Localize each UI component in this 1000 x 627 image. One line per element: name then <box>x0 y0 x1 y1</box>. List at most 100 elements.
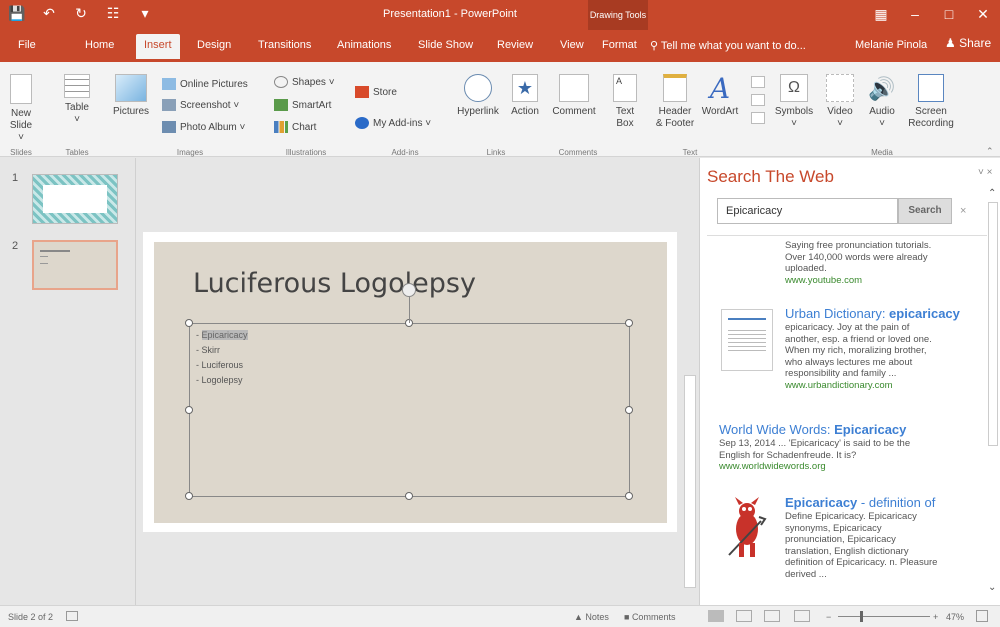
share-button[interactable]: ♟ Share <box>945 36 991 50</box>
fit-to-window-icon[interactable] <box>976 610 988 622</box>
result-url[interactable]: www.urbandictionary.com <box>785 380 985 392</box>
group-label-media: Media <box>871 148 893 157</box>
undo-icon[interactable]: ↶ <box>40 5 58 22</box>
action-button[interactable]: ★ Action <box>508 74 542 118</box>
zoom-level[interactable]: 47% <box>946 612 964 622</box>
user-name[interactable]: Melanie Pinola <box>855 39 927 51</box>
slide-area-scrollbar[interactable] <box>684 375 696 588</box>
resize-handle[interactable] <box>625 406 633 414</box>
tab-format[interactable]: Format <box>602 39 637 51</box>
drawing-tools-header: Drawing Tools <box>588 0 648 30</box>
reading-view-icon[interactable] <box>764 610 780 622</box>
resize-handle[interactable] <box>405 492 413 500</box>
chart-button[interactable]: Chart <box>274 121 316 133</box>
screenshot-button[interactable]: Screenshot ˅ <box>162 99 239 111</box>
bullet-item[interactable]: Luciferous <box>196 358 248 373</box>
result-title[interactable]: Epicaricacy - definition of <box>785 495 985 511</box>
result-title[interactable]: Urban Dictionary: epicaricacy <box>785 306 985 322</box>
shapes-button[interactable]: Shapes ˅ <box>274 76 335 88</box>
zoom-out-icon[interactable]: − <box>826 612 831 622</box>
resize-handle[interactable] <box>185 319 193 327</box>
pictures-button[interactable]: Pictures <box>109 74 153 118</box>
video-button[interactable]: Video ˅ <box>822 74 858 130</box>
result-thumbnail[interactable] <box>721 309 773 371</box>
tab-file[interactable]: File <box>18 39 36 51</box>
my-add-ins-button[interactable]: My Add-ins ˅ <box>355 117 431 129</box>
tab-animations[interactable]: Animations <box>337 39 391 51</box>
normal-view-icon[interactable] <box>708 610 724 622</box>
bullet-list[interactable]: Epicaricacy Skirr Luciferous Logolepsy <box>196 328 248 388</box>
zoom-in-icon[interactable]: + <box>933 612 938 622</box>
pane-options-icon[interactable]: ˅ × <box>978 167 992 178</box>
pictures-icon <box>115 74 147 102</box>
text-small-tools[interactable] <box>748 76 768 128</box>
content-placeholder[interactable] <box>185 319 633 500</box>
tab-insert[interactable]: Insert <box>136 34 180 59</box>
result-title[interactable]: World Wide Words: Epicaricacy <box>719 422 985 438</box>
zoom-slider[interactable] <box>838 616 930 617</box>
audio-button[interactable]: 🔊 Audio ˅ <box>864 74 900 130</box>
slide-show-icon[interactable] <box>794 610 810 622</box>
bullet-item[interactable]: Logolepsy <box>196 373 248 388</box>
tab-view[interactable]: View <box>560 39 584 51</box>
resize-handle[interactable] <box>625 492 633 500</box>
tab-slide-show[interactable]: Slide Show <box>418 39 473 51</box>
slide-title[interactable]: Luciferous Logolepsy <box>193 268 476 299</box>
table-button[interactable]: Table ˅ <box>62 74 92 126</box>
result-url[interactable]: www.youtube.com <box>785 275 931 287</box>
customize-qat-icon[interactable]: ▾ <box>136 5 154 22</box>
text-box-icon: A <box>613 74 637 102</box>
tab-design[interactable]: Design <box>197 39 231 51</box>
rotate-handle-icon[interactable] <box>402 283 416 297</box>
hyperlink-button[interactable]: Hyperlink <box>456 74 500 118</box>
new-slide-button[interactable]: New Slide ˅ <box>6 74 36 144</box>
ribbon-tabs: File Home Insert Design Transitions Anim… <box>0 30 1000 62</box>
tell-me-box[interactable]: ⚲ Tell me what you want to do... <box>650 39 806 52</box>
scroll-up-icon[interactable]: ⌃ <box>988 188 996 199</box>
collapse-ribbon-icon[interactable]: ⌃ <box>986 146 994 157</box>
person-icon: ♟ <box>945 36 960 50</box>
resize-handle[interactable] <box>185 492 193 500</box>
store-button[interactable]: Store <box>355 86 397 98</box>
minimize-icon[interactable]: – <box>898 0 932 30</box>
screen-recording-icon <box>918 74 944 102</box>
header-footer-button[interactable]: Header & Footer <box>652 74 698 130</box>
ribbon-display-options-icon[interactable]: ▦ <box>864 0 898 30</box>
tab-home[interactable]: Home <box>85 39 114 51</box>
text-box-button[interactable]: A Text Box <box>610 74 640 130</box>
result-url[interactable]: www.worldwidewords.org <box>719 461 985 473</box>
comment-button[interactable]: Comment <box>552 74 596 118</box>
maximize-icon[interactable]: □ <box>932 0 966 30</box>
comments-button[interactable]: ■ Comments <box>624 612 675 622</box>
pane-scroll-thumb[interactable] <box>988 202 998 446</box>
slide-thumbnail-2[interactable] <box>32 240 118 290</box>
tab-transitions[interactable]: Transitions <box>258 39 311 51</box>
start-from-beginning-icon[interactable]: ☷ <box>104 5 122 22</box>
search-button[interactable]: Search <box>898 198 952 224</box>
save-icon[interactable]: 💾 <box>8 5 26 22</box>
slide-thumbnail-1[interactable] <box>32 174 118 224</box>
notes-button[interactable]: ▲ Notes <box>574 612 609 622</box>
search-input[interactable] <box>717 198 898 224</box>
redo-icon[interactable]: ↻ <box>72 5 90 22</box>
result-thumbnail-devil[interactable] <box>721 495 773 561</box>
symbols-button[interactable]: Ω Symbols ˅ <box>774 74 814 130</box>
bullet-item[interactable]: Skirr <box>196 343 248 358</box>
wordart-button[interactable]: A WordArt <box>698 74 742 118</box>
tab-review[interactable]: Review <box>497 39 533 51</box>
clear-search-icon[interactable]: × <box>960 205 966 217</box>
lightbulb-icon: ⚲ <box>650 40 661 52</box>
smartart-button[interactable]: SmartArt <box>274 99 331 111</box>
slide-sorter-icon[interactable] <box>736 610 752 622</box>
zoom-slider-thumb[interactable] <box>860 611 863 622</box>
pane-scrollbar[interactable]: ⌃ ⌄ <box>987 188 999 600</box>
bullet-item-selected[interactable]: Epicaricacy <box>196 328 248 343</box>
close-icon[interactable]: ✕ <box>966 0 1000 30</box>
photo-album-button[interactable]: Photo Album ˅ <box>162 121 245 133</box>
resize-handle[interactable] <box>625 319 633 327</box>
resize-handle[interactable] <box>185 406 193 414</box>
scroll-down-icon[interactable]: ⌄ <box>988 582 996 593</box>
online-pictures-button[interactable]: Online Pictures <box>162 78 248 90</box>
spell-check-icon[interactable] <box>66 611 78 621</box>
screen-recording-button[interactable]: Screen Recording <box>906 74 956 130</box>
